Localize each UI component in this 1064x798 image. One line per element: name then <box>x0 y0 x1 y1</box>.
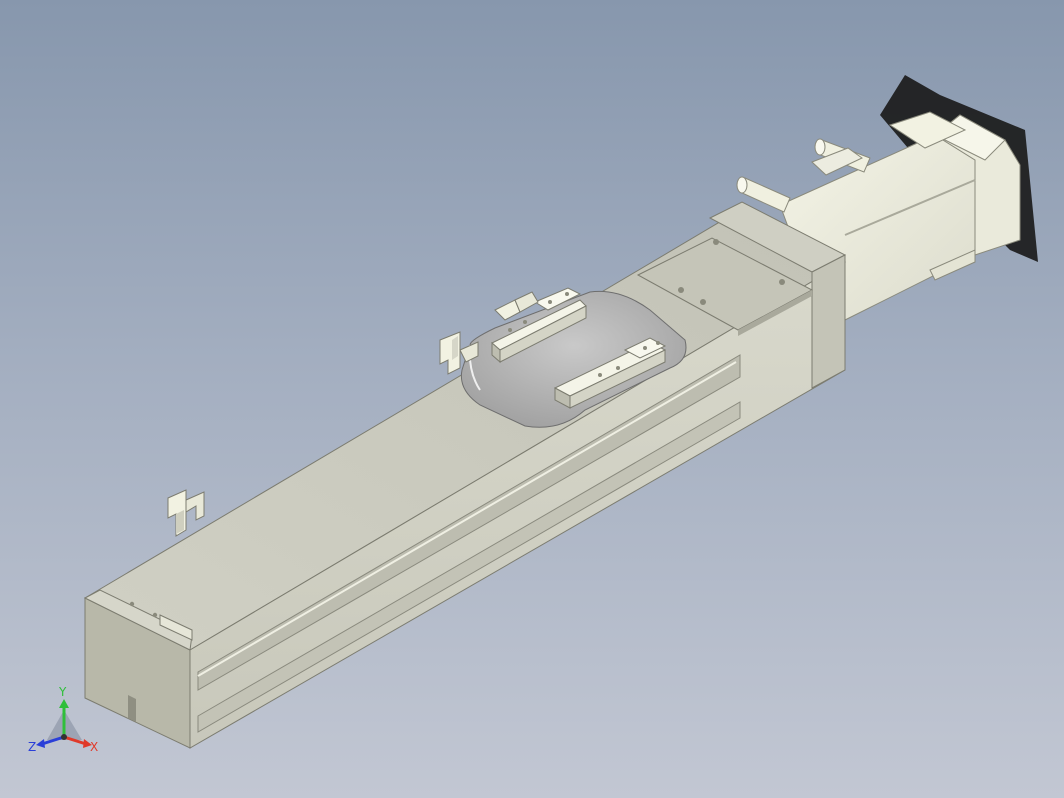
model-view[interactable] <box>0 0 1064 798</box>
sensor-bracket <box>167 489 205 537</box>
z-axis-arrow-icon <box>36 739 45 748</box>
motor-flange-side <box>811 254 846 389</box>
axis-triad[interactable]: X Y Z <box>22 682 112 762</box>
end-cap-slot <box>128 695 136 722</box>
bolt-hole <box>779 279 785 285</box>
bolt-hole <box>129 601 135 607</box>
bolt-hole <box>678 287 684 293</box>
y-axis-label: Y <box>58 685 67 699</box>
bolt-hole <box>700 299 706 305</box>
y-axis-arrow-icon <box>59 699 69 708</box>
cad-viewport[interactable]: X Y Z <box>0 0 1064 798</box>
bolt-hole <box>152 612 158 618</box>
bolt-hole <box>713 239 719 245</box>
x-axis-label: X <box>90 740 98 754</box>
z-axis-label: Z <box>28 740 36 754</box>
triad-origin <box>61 734 67 740</box>
motor-connector <box>811 138 871 176</box>
